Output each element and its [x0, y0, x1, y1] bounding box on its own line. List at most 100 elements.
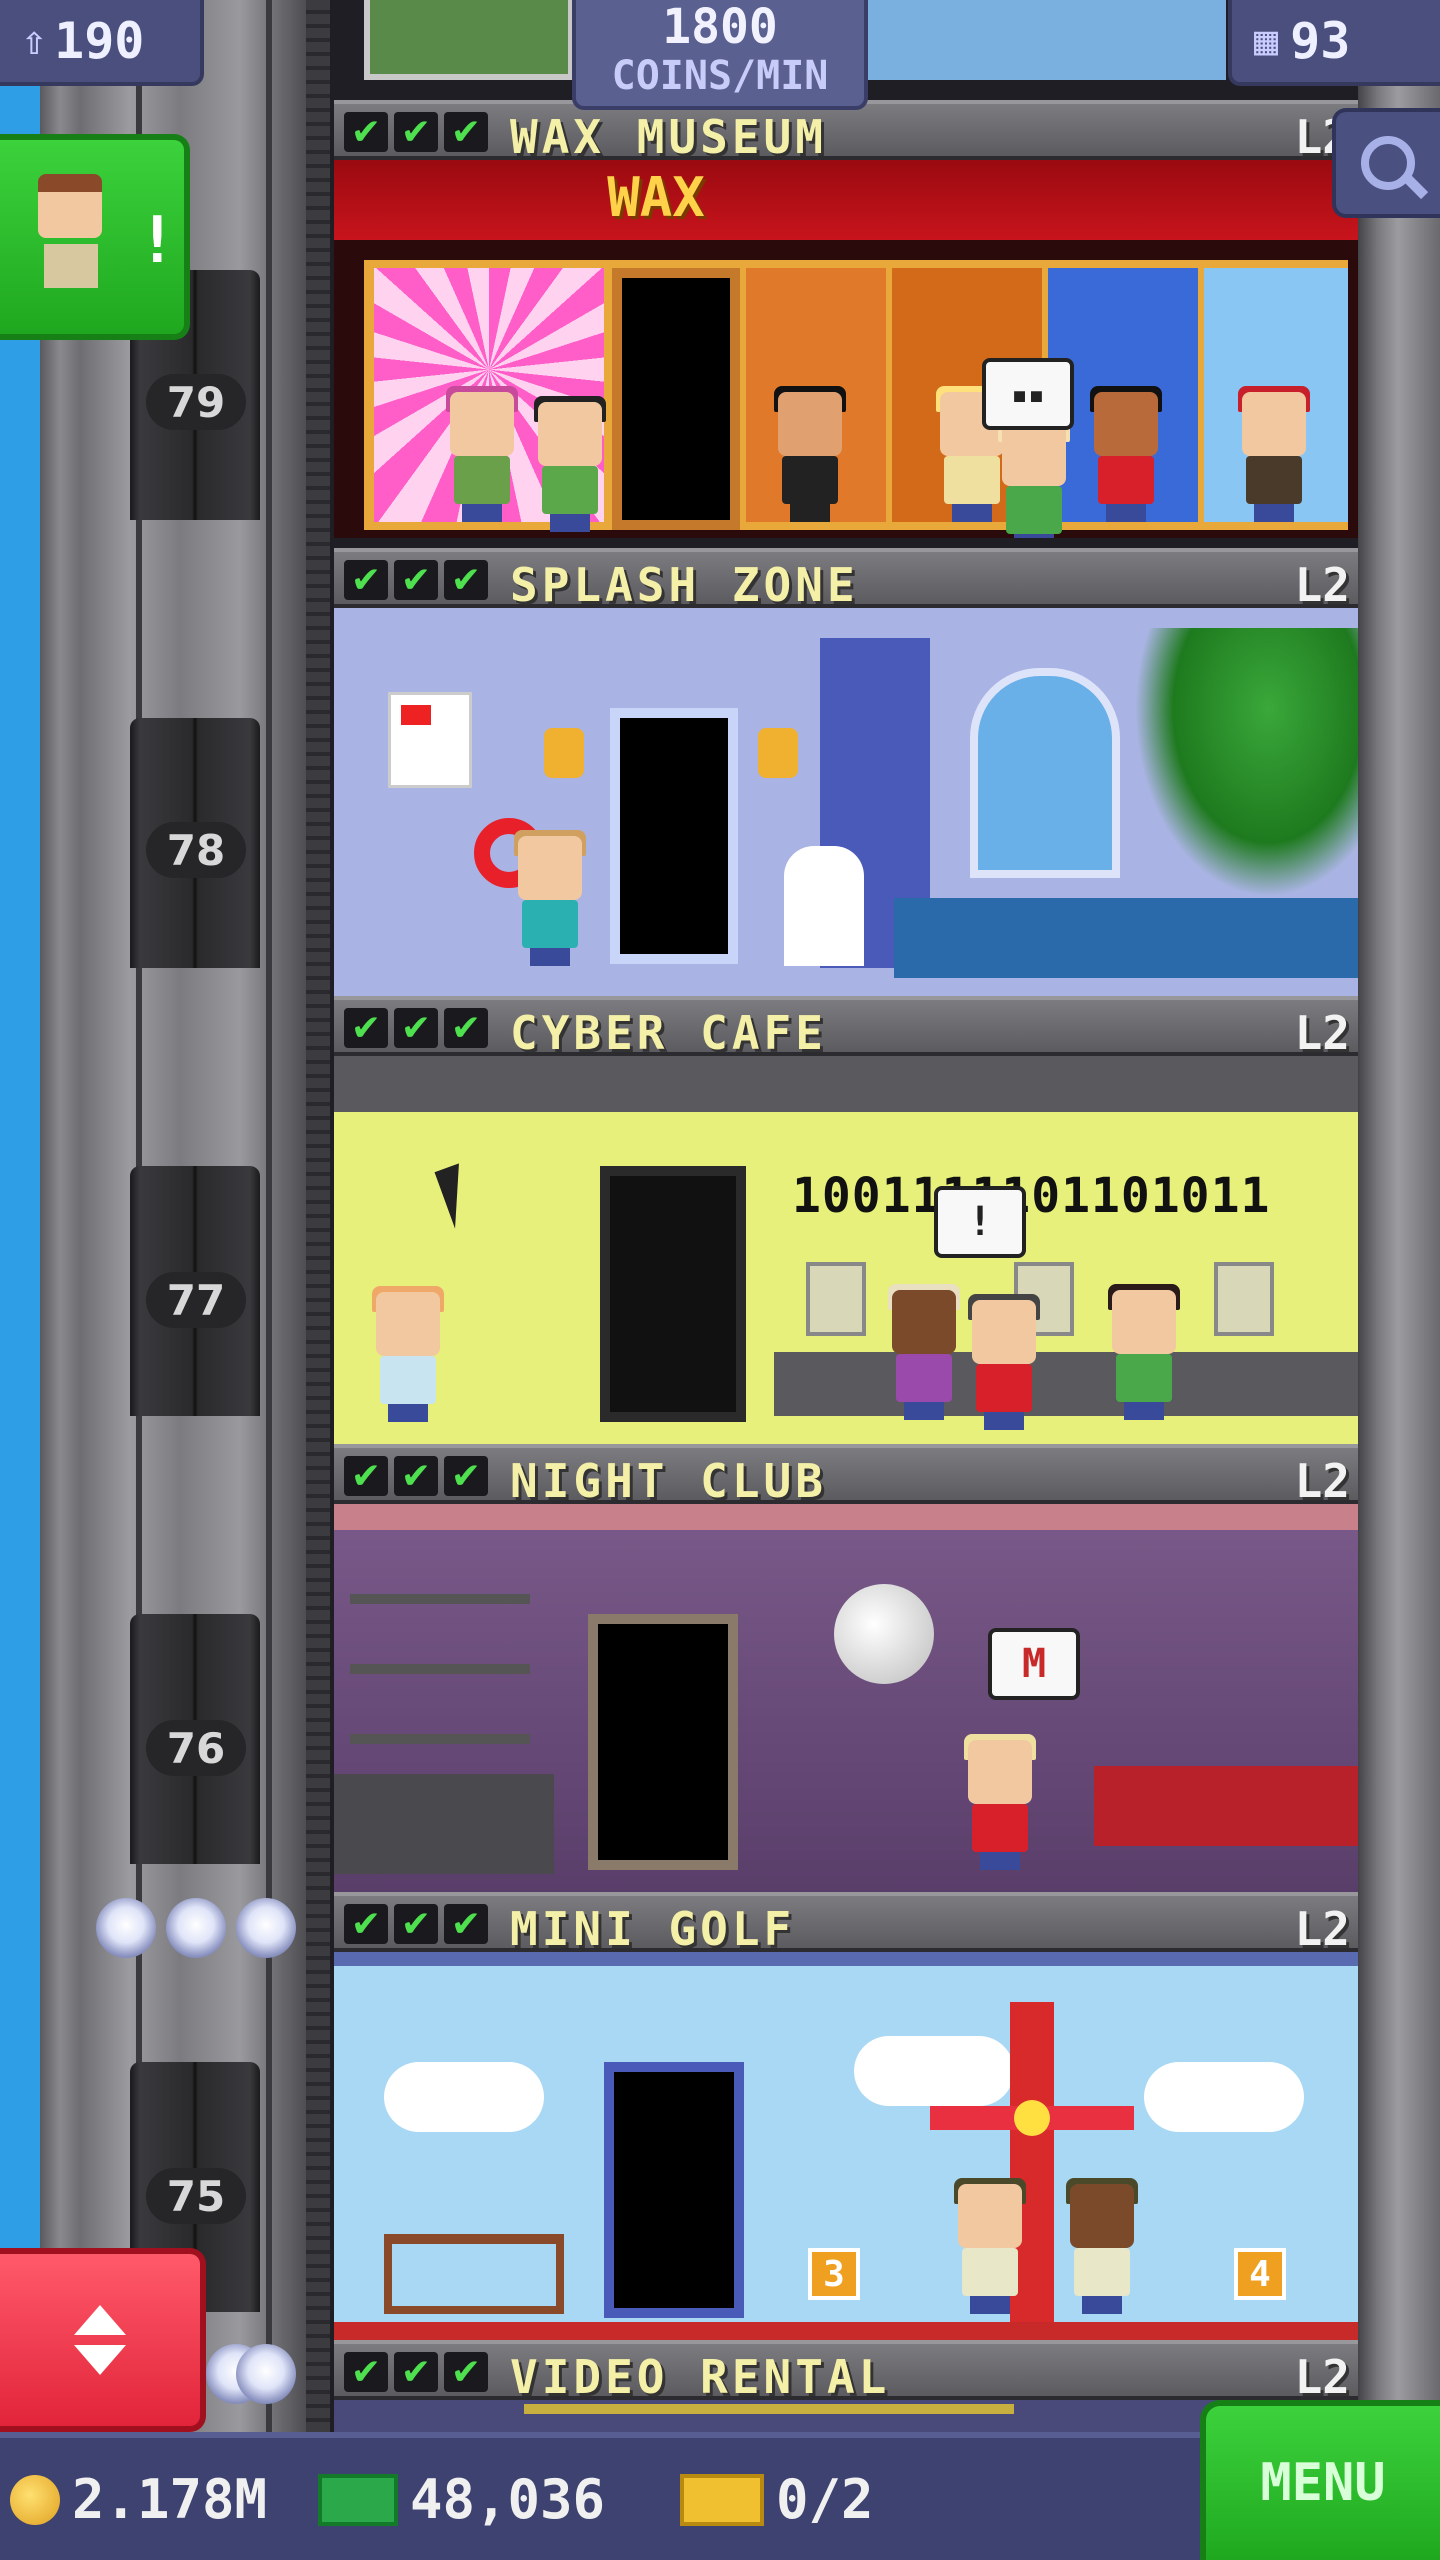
- check-icon: ✔: [344, 2352, 388, 2393]
- coins-value: 2.178M: [72, 2468, 268, 2531]
- visitor-face-icon: [38, 174, 102, 238]
- floor-mini-golf[interactable]: ✔ ✔ ✔ MINI GOLF L2 3 4: [334, 1892, 1358, 2340]
- tickets-value: 0/2: [776, 2468, 874, 2531]
- visitor-alert-button[interactable]: !: [0, 134, 190, 340]
- floor-name: VIDEO RENTAL: [510, 2350, 891, 2404]
- pool: [894, 898, 1358, 978]
- lounge-couch: [1094, 1766, 1358, 1846]
- star-icon: [236, 1898, 296, 1958]
- room-door: [600, 1166, 746, 1422]
- bar-shelf: [350, 1594, 530, 1604]
- arched-window: [970, 668, 1120, 878]
- room-door: [588, 1614, 738, 1870]
- population-icon: ⇧: [22, 18, 47, 64]
- room-interior: 3 4: [334, 1952, 1358, 2340]
- club-rack: [384, 2234, 564, 2314]
- elevator-button[interactable]: [0, 2248, 206, 2432]
- elevator-floor-number: 79: [146, 374, 246, 430]
- floor-night-club[interactable]: ✔ ✔ ✔ NIGHT CLUB L2 M: [334, 1444, 1358, 1892]
- check-icon: ✔: [444, 2352, 488, 2393]
- completion-checks: ✔ ✔ ✔: [344, 560, 488, 601]
- disco-ball-icon: [834, 1584, 934, 1684]
- visitor: [530, 396, 610, 532]
- check-icon: ✔: [344, 1456, 388, 1497]
- cloud: [854, 2036, 1014, 2106]
- ceiling: [334, 1056, 1358, 1112]
- check-icon: ✔: [444, 112, 488, 153]
- population-value: 190: [54, 12, 145, 70]
- floor-level: L2: [1294, 558, 1350, 612]
- floor-splash-zone[interactable]: ✔ ✔ ✔ SPLASH ZONE L2: [334, 548, 1358, 996]
- floor-wax-museum[interactable]: ✔ ✔ ✔ WAX MUSEUM L2 WAX ▪▪: [334, 100, 1358, 538]
- palm-tree: [1134, 628, 1358, 898]
- room-interior: 1001111101101011 !: [334, 1056, 1358, 1444]
- completion-checks: ✔ ✔ ✔: [344, 2352, 488, 2393]
- population-counter[interactable]: ⇧ 190: [0, 0, 204, 86]
- tickets-balance[interactable]: 0/2: [680, 2468, 874, 2531]
- check-icon: ✔: [444, 1456, 488, 1497]
- bar-counter: [334, 1774, 554, 1874]
- ticket-icon: [680, 2473, 764, 2526]
- elevator-floor-number: 76: [146, 1720, 246, 1776]
- check-icon: ✔: [394, 1008, 438, 1049]
- coins-rate-value: 1800: [662, 0, 778, 55]
- check-icon: ✔: [444, 560, 488, 601]
- check-icon: ✔: [444, 1008, 488, 1049]
- bar-shelf: [350, 1734, 530, 1744]
- poster: [388, 692, 472, 788]
- search-button[interactable]: [1332, 108, 1440, 218]
- windmill-hub: [1014, 2100, 1050, 2136]
- check-icon: ✔: [394, 112, 438, 153]
- menu-button[interactable]: MENU: [1200, 2400, 1440, 2560]
- room-door: [610, 708, 738, 964]
- room-door: [604, 2062, 744, 2318]
- floor-cyber-cafe[interactable]: ✔ ✔ ✔ CYBER CAFE L2 1001111101101011 !: [334, 996, 1358, 1444]
- wall-lamp: [758, 728, 798, 778]
- bar-shelf: [350, 1664, 530, 1674]
- wax-figure: [1086, 386, 1166, 522]
- binary-wall-text: 1001111101101011: [792, 1168, 1271, 1224]
- hole-number: 4: [1234, 2248, 1286, 2300]
- visitor: [1104, 1284, 1184, 1420]
- alert-bubble[interactable]: !: [934, 1186, 1026, 1258]
- lifeguard-chair: [784, 846, 864, 966]
- wax-sign: WAX: [607, 166, 705, 229]
- floor-name: NIGHT CLUB: [510, 1454, 827, 1508]
- coins-balance[interactable]: 2.178M: [10, 2468, 267, 2531]
- golfer: [950, 2178, 1030, 2314]
- bux-balance[interactable]: 48,036: [318, 2468, 605, 2531]
- completion-checks: ✔ ✔ ✔: [344, 1008, 488, 1049]
- wax-figure: [442, 386, 522, 522]
- check-icon: ✔: [394, 2352, 438, 2393]
- check-icon: ✔: [444, 1904, 488, 1945]
- floor-header: ✔ ✔ ✔ SPLASH ZONE L2: [334, 548, 1358, 612]
- floor-header: ✔ ✔ ✔ VIDEO RENTAL L2: [334, 2340, 1358, 2404]
- visitor: [994, 416, 1074, 538]
- cloud: [384, 2062, 544, 2132]
- message-bubble[interactable]: M: [988, 1628, 1080, 1700]
- completion-checks: ✔ ✔ ✔: [344, 1456, 488, 1497]
- floors-counter[interactable]: ▦ 93: [1228, 0, 1440, 86]
- check-icon: ✔: [344, 112, 388, 153]
- floors-value: 93: [1290, 12, 1351, 70]
- completion-checks: ✔ ✔ ✔: [344, 112, 488, 153]
- star-icon: [236, 2344, 296, 2404]
- floor-name: WAX MUSEUM: [510, 110, 827, 164]
- floor-level: L2: [1294, 1902, 1350, 1956]
- ceiling-trim: [334, 1504, 1358, 1530]
- tower-wall-right: [1358, 0, 1440, 2560]
- wax-figure: [770, 386, 850, 522]
- wax-figure: [1234, 386, 1314, 522]
- floor-name: SPLASH ZONE: [510, 558, 859, 612]
- ceiling-trim: [334, 1952, 1358, 1966]
- coins-per-minute[interactable]: 1800 COINS/MIN: [572, 0, 868, 110]
- computer-desk: [774, 1352, 1358, 1416]
- visitor: [510, 830, 590, 966]
- completion-checks: ✔ ✔ ✔: [344, 1904, 488, 1945]
- star-icon: [96, 1898, 156, 1958]
- computer-monitor: [806, 1262, 866, 1336]
- exclamation-icon: !: [138, 204, 177, 278]
- cursor-icon: [434, 1163, 480, 1229]
- floor-header: ✔ ✔ ✔ CYBER CAFE L2: [334, 996, 1358, 1060]
- floor-level: L2: [1294, 1454, 1350, 1508]
